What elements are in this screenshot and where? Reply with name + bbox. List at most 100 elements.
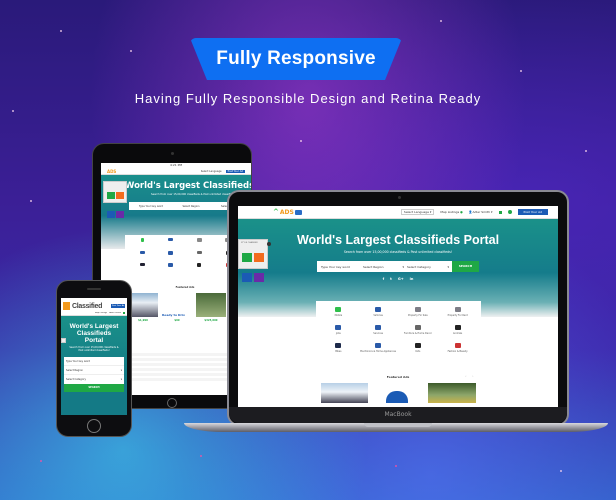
post-ad-button[interactable]: Post Your Ad: [517, 209, 548, 215]
phone-nav: Classified Post Your Ad: [61, 301, 127, 311]
tablet-cat-property-sale[interactable]: [185, 238, 214, 247]
category-item[interactable]: Property For Sale: [398, 307, 438, 322]
phone-user-menu[interactable]: Adler Smith: [109, 312, 121, 314]
tablet-featured-ad-3[interactable]: [196, 293, 226, 317]
tablet-featured-ad-1[interactable]: [128, 293, 158, 317]
site-logo[interactable]: ^ ADS: [273, 208, 302, 216]
category-panel: Mobile Vehicles Property For Sale Property …: [315, 301, 481, 364]
phone-subheadline: Search from over 15,00,000 classifieds &…: [69, 346, 119, 352]
category-item[interactable]: Electronics & Home Appliances: [358, 343, 398, 358]
twitter-icon[interactable]: t: [390, 277, 392, 281]
phone-logo-badge: [63, 302, 70, 310]
category-select[interactable]: Select Category ▾: [407, 265, 452, 269]
settings-icon[interactable]: [507, 210, 512, 214]
tablet-language-select[interactable]: Select Language: [201, 170, 222, 173]
search-button[interactable]: SEARCH: [452, 261, 479, 272]
category-label: Kids: [415, 350, 421, 353]
phone-headline: World's Largest Classifieds Portal: [69, 323, 119, 344]
my-listings-link[interactable]: Map Listings ●: [440, 210, 462, 214]
keyword-input[interactable]: Type Your key word: [317, 265, 363, 269]
worker-icon: [375, 325, 382, 330]
featured-next-arrow[interactable]: ›: [472, 374, 473, 378]
swatch-green[interactable]: [242, 253, 252, 262]
language-select[interactable]: Select Language ▾: [400, 209, 435, 215]
tablet-cat-mobile[interactable]: [128, 238, 157, 247]
category-item[interactable]: Animals: [438, 325, 478, 340]
tablet-cat-bikes[interactable]: [128, 263, 157, 272]
swatch-orange[interactable]: [115, 192, 124, 199]
swatch-orange[interactable]: [254, 253, 264, 262]
tablet-style-changer[interactable]: [103, 181, 127, 218]
user-menu[interactable]: 👤Adler Smith ▾: [469, 210, 493, 214]
featured-ad-1[interactable]: [320, 383, 369, 403]
tablet-home-button[interactable]: [167, 398, 177, 408]
category-item[interactable]: Jobs: [319, 325, 359, 340]
notification-icon[interactable]: [498, 210, 502, 214]
category-label: Electronics & Home Appliances: [360, 350, 397, 353]
subheadline: Search from over 15,00,000 classifieds &…: [343, 250, 453, 254]
featured-prev-arrow[interactable]: ‹: [465, 374, 466, 378]
featured-ad-2[interactable]: [374, 383, 422, 403]
briefcase-icon: [335, 325, 342, 330]
category-item[interactable]: Vehicles: [358, 307, 398, 322]
tablet-time: 4:21 PM: [169, 163, 183, 167]
phone-post-ad-button[interactable]: Post Your Ad: [111, 304, 125, 308]
phone-keyword-input[interactable]: Type Your key word: [64, 357, 124, 366]
linkedin-icon[interactable]: in: [410, 277, 414, 281]
tablet-featured-ad-2[interactable]: Ready to Driv: [162, 293, 192, 317]
swatch-purple[interactable]: [254, 273, 264, 282]
featured-ads-title: Featured Ads: [386, 375, 410, 379]
logo-arrow-icon: ^: [273, 208, 279, 216]
tablet-region-select[interactable]: Select Region: [171, 205, 211, 208]
tablet-cat-electronics[interactable]: [157, 263, 186, 272]
featured-ads: Featured Ads ‹ ›: [315, 370, 481, 406]
laptop-label: MacBook: [229, 407, 567, 423]
phone-logo[interactable]: Classified: [72, 303, 102, 310]
category-label: Fashion & Beauty: [447, 350, 468, 353]
tablet-cat-services[interactable]: [157, 250, 186, 260]
category-item[interactable]: Kids: [398, 343, 438, 358]
featured-ad-3[interactable]: [427, 383, 476, 403]
swatch-blue[interactable]: [242, 273, 252, 282]
category-item[interactable]: Furniture & Home Decor: [398, 325, 438, 340]
tablet-cat-jobs[interactable]: [128, 250, 157, 260]
tablet-logo[interactable]: ADS: [107, 169, 116, 174]
category-item[interactable]: Services: [358, 325, 398, 340]
phone-category-select[interactable]: Select Category ▾: [64, 375, 124, 384]
tablet-cat-kids[interactable]: [185, 263, 214, 272]
style-changer-label: STYLE CHANGER: [241, 242, 258, 244]
category-label: Bikes: [335, 350, 342, 353]
hero-subtitle: Having Fully Responsible Design and Reti…: [134, 91, 482, 106]
category-item[interactable]: Property For Rent: [438, 307, 478, 322]
swatch-blue[interactable]: [106, 211, 115, 218]
category-label: Jobs: [336, 332, 341, 335]
style-changer[interactable]: STYLE CHANGER: [238, 239, 271, 282]
tablet-post-ad-button[interactable]: Post Your Ad: [225, 169, 245, 173]
phone-region-select[interactable]: Select Region ▾: [64, 366, 124, 375]
logo-screen-icon: [294, 209, 302, 215]
tablet-ad-price-1: $1,990: [138, 319, 148, 322]
tablet-cat-furniture[interactable]: [185, 250, 214, 260]
google-plus-icon[interactable]: G+: [398, 277, 404, 281]
phone-search-button[interactable]: SEARCH: [64, 384, 124, 392]
fully-responsive-badge: Fully Responsive: [190, 38, 402, 80]
phone-notification-icon[interactable]: [123, 312, 125, 314]
category-item[interactable]: Bikes: [319, 343, 359, 358]
tablet-cat-vehicles[interactable]: [157, 238, 186, 247]
phone-my-listings[interactable]: Map Listings: [95, 312, 108, 314]
region-select[interactable]: Select Region ▾: [363, 265, 407, 269]
tablet-ad-price-3: $325,000: [204, 319, 218, 322]
phone-hero: World's Largest Classifieds Portal Searc…: [61, 316, 127, 415]
category-item[interactable]: Fashion & Beauty: [438, 343, 478, 358]
swatch-green[interactable]: [106, 192, 115, 199]
phone-home-button[interactable]: [87, 419, 101, 433]
tablet-keyword-input[interactable]: Type Your key word: [129, 205, 171, 208]
category-item[interactable]: Mobile: [319, 307, 359, 322]
swatch-purple[interactable]: [115, 211, 124, 218]
kid-icon: [414, 343, 421, 348]
category-label: Animals: [453, 332, 463, 335]
gear-icon[interactable]: [267, 242, 271, 246]
dog-icon: [454, 325, 461, 330]
facebook-icon[interactable]: f: [383, 277, 385, 281]
phone-style-changer[interactable]: [61, 338, 66, 343]
